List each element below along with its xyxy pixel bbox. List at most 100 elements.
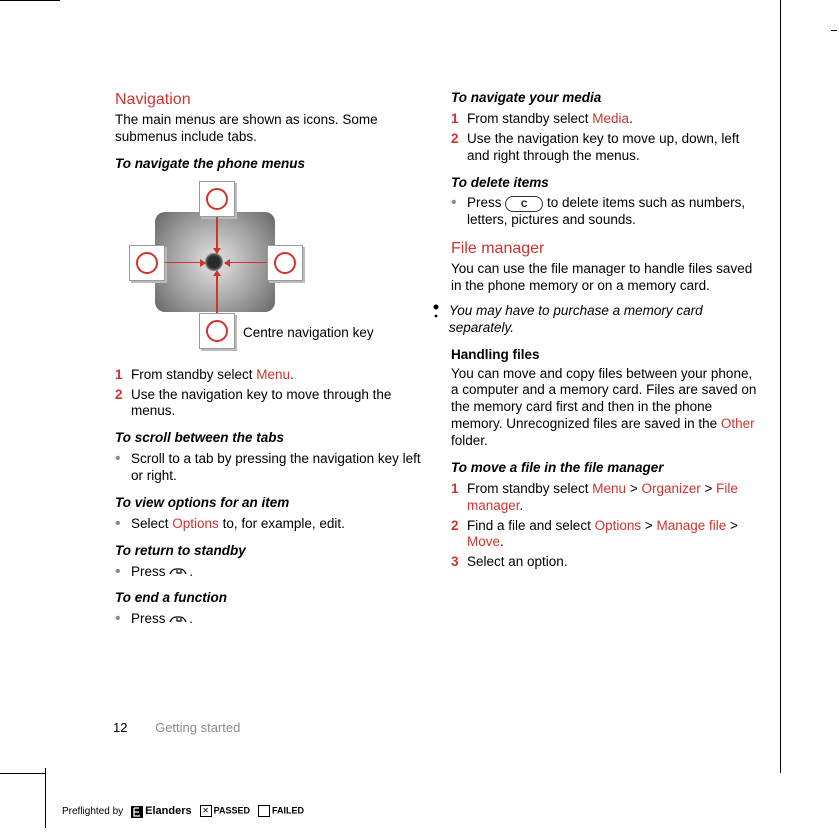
- c-key-icon: C: [505, 196, 543, 212]
- centre-key-dot: [205, 253, 223, 271]
- elanders-logo: Elanders: [131, 805, 191, 819]
- step-text: Find a file and select Options > Manage …: [467, 518, 738, 550]
- step-2: 2 Use the navigation key to move through…: [115, 387, 425, 421]
- end-function-list: Press .: [115, 611, 425, 628]
- navigate-media-steps: 1 From standby select Media. 2 Use the n…: [451, 111, 761, 165]
- failed-indicator: FAILED: [258, 805, 304, 818]
- text: From standby select: [467, 111, 592, 126]
- text: Select: [131, 516, 172, 531]
- crop-mark-tl: [0, 0, 60, 1]
- text: to, for example, edit.: [219, 516, 345, 531]
- passed-box-icon: ✕: [200, 805, 212, 817]
- crop-mark-right: [780, 0, 781, 773]
- preflight-bar: Preflighted by Elanders ✕PASSED FAILED: [62, 805, 304, 819]
- text: You can move and copy files between your…: [451, 366, 756, 432]
- list-item: Scroll to a tab by pressing the navigati…: [115, 451, 425, 485]
- arrow-down: [216, 271, 218, 313]
- navigation-key-diagram: Centre navigation key: [115, 177, 375, 357]
- info-icon: [431, 303, 441, 337]
- navigate-phone-menus-title: To navigate the phone menus: [115, 156, 425, 173]
- end-key-icon: [169, 614, 189, 625]
- media-accent: Media: [592, 111, 629, 126]
- accent: Options: [595, 518, 642, 533]
- text: .: [290, 367, 294, 382]
- handling-files-title: Handling files: [451, 347, 761, 364]
- step-number: 2: [451, 131, 459, 148]
- text: folder.: [451, 433, 488, 448]
- text: From standby select: [131, 367, 256, 382]
- step-2: 2 Use the navigation key to move up, dow…: [451, 131, 761, 165]
- step-text: From standby select Media.: [467, 111, 633, 126]
- scroll-tabs-list: Scroll to a tab by pressing the navigati…: [115, 451, 425, 485]
- handling-files-text: You can move and copy files between your…: [451, 366, 761, 450]
- move-file-title: To move a file in the file manager: [451, 460, 761, 477]
- view-options-list: Select Options to, for example, edit.: [115, 516, 425, 533]
- nav-down-icon: [199, 313, 235, 349]
- file-manager-intro: You can use the file manager to handle f…: [451, 261, 761, 295]
- step-1: 1 From standby select Media.: [451, 111, 761, 128]
- delete-items-list: Press C to delete items such as numbers,…: [451, 195, 761, 229]
- list-item: Press C to delete items such as numbers,…: [451, 195, 761, 229]
- accent: Menu: [592, 481, 626, 496]
- other-accent: Other: [721, 416, 755, 431]
- delete-items-title: To delete items: [451, 175, 761, 192]
- accent: Move: [467, 534, 500, 549]
- failed-box-icon: [258, 805, 270, 817]
- centre-key-label: Centre navigation key: [243, 325, 374, 342]
- navigation-heading: Navigation: [115, 90, 425, 110]
- crop-mark-bl-v: [45, 768, 46, 828]
- footer-section: Getting started: [155, 720, 240, 735]
- step-number: 1: [451, 111, 459, 128]
- step-1: 1 From standby select Menu > Organizer >…: [451, 481, 761, 515]
- text: .: [189, 564, 193, 579]
- list-item: Press .: [115, 611, 425, 628]
- options-accent: Options: [172, 516, 219, 531]
- file-manager-heading: File manager: [451, 239, 761, 259]
- return-standby-list: Press .: [115, 564, 425, 581]
- accent: Manage file: [657, 518, 727, 533]
- step-2: 2 Find a file and select Options > Manag…: [451, 518, 761, 552]
- navigation-intro: The main menus are shown as icons. Some …: [115, 112, 425, 146]
- navigate-menus-steps: 1 From standby select Menu. 2 Use the na…: [115, 367, 425, 421]
- step-text: From standby select Menu.: [131, 367, 294, 382]
- step-1: 1 From standby select Menu.: [115, 367, 425, 384]
- note-text: You may have to purchase a memory card s…: [449, 303, 761, 337]
- scroll-tabs-title: To scroll between the tabs: [115, 430, 425, 447]
- step-text: From standby select Menu > Organizer > F…: [467, 481, 738, 513]
- list-item: Press .: [115, 564, 425, 581]
- end-key-icon: [169, 566, 189, 577]
- navigate-media-title: To navigate your media: [451, 90, 761, 107]
- failed-label: FAILED: [272, 806, 304, 816]
- text: .: [629, 111, 633, 126]
- text: >: [726, 518, 738, 533]
- step-text: Use the navigation key to move up, down,…: [467, 131, 739, 163]
- text: >: [626, 481, 641, 496]
- step-text: Use the navigation key to move through t…: [131, 387, 391, 419]
- accent: Organizer: [641, 481, 700, 496]
- step-number: 1: [115, 367, 123, 384]
- nav-up-icon: [199, 181, 235, 217]
- view-options-title: To view options for an item: [115, 495, 425, 512]
- text: From standby select: [467, 481, 592, 496]
- text: .: [500, 534, 504, 549]
- text: .: [520, 498, 524, 513]
- arrow-left: [165, 262, 205, 264]
- arrow-up: [216, 217, 218, 253]
- menu-accent: Menu: [256, 367, 290, 382]
- return-standby-title: To return to standby: [115, 543, 425, 560]
- crop-mark-tr: [831, 30, 837, 31]
- text: .: [189, 611, 193, 626]
- text: Find a file and select: [467, 518, 595, 533]
- text: Press: [467, 195, 505, 210]
- text: Press: [131, 611, 169, 626]
- preflight-by: Preflighted by: [62, 806, 123, 819]
- right-column: To navigate your media 1 From standby se…: [451, 90, 761, 634]
- nav-right-icon: [267, 245, 303, 281]
- note-row: You may have to purchase a memory card s…: [431, 303, 761, 337]
- step-number: 2: [115, 387, 123, 404]
- crop-mark-bl-h: [0, 773, 45, 774]
- left-column: Navigation The main menus are shown as i…: [115, 90, 425, 634]
- text: >: [701, 481, 716, 496]
- move-file-steps: 1 From standby select Menu > Organizer >…: [451, 481, 761, 571]
- text: >: [641, 518, 656, 533]
